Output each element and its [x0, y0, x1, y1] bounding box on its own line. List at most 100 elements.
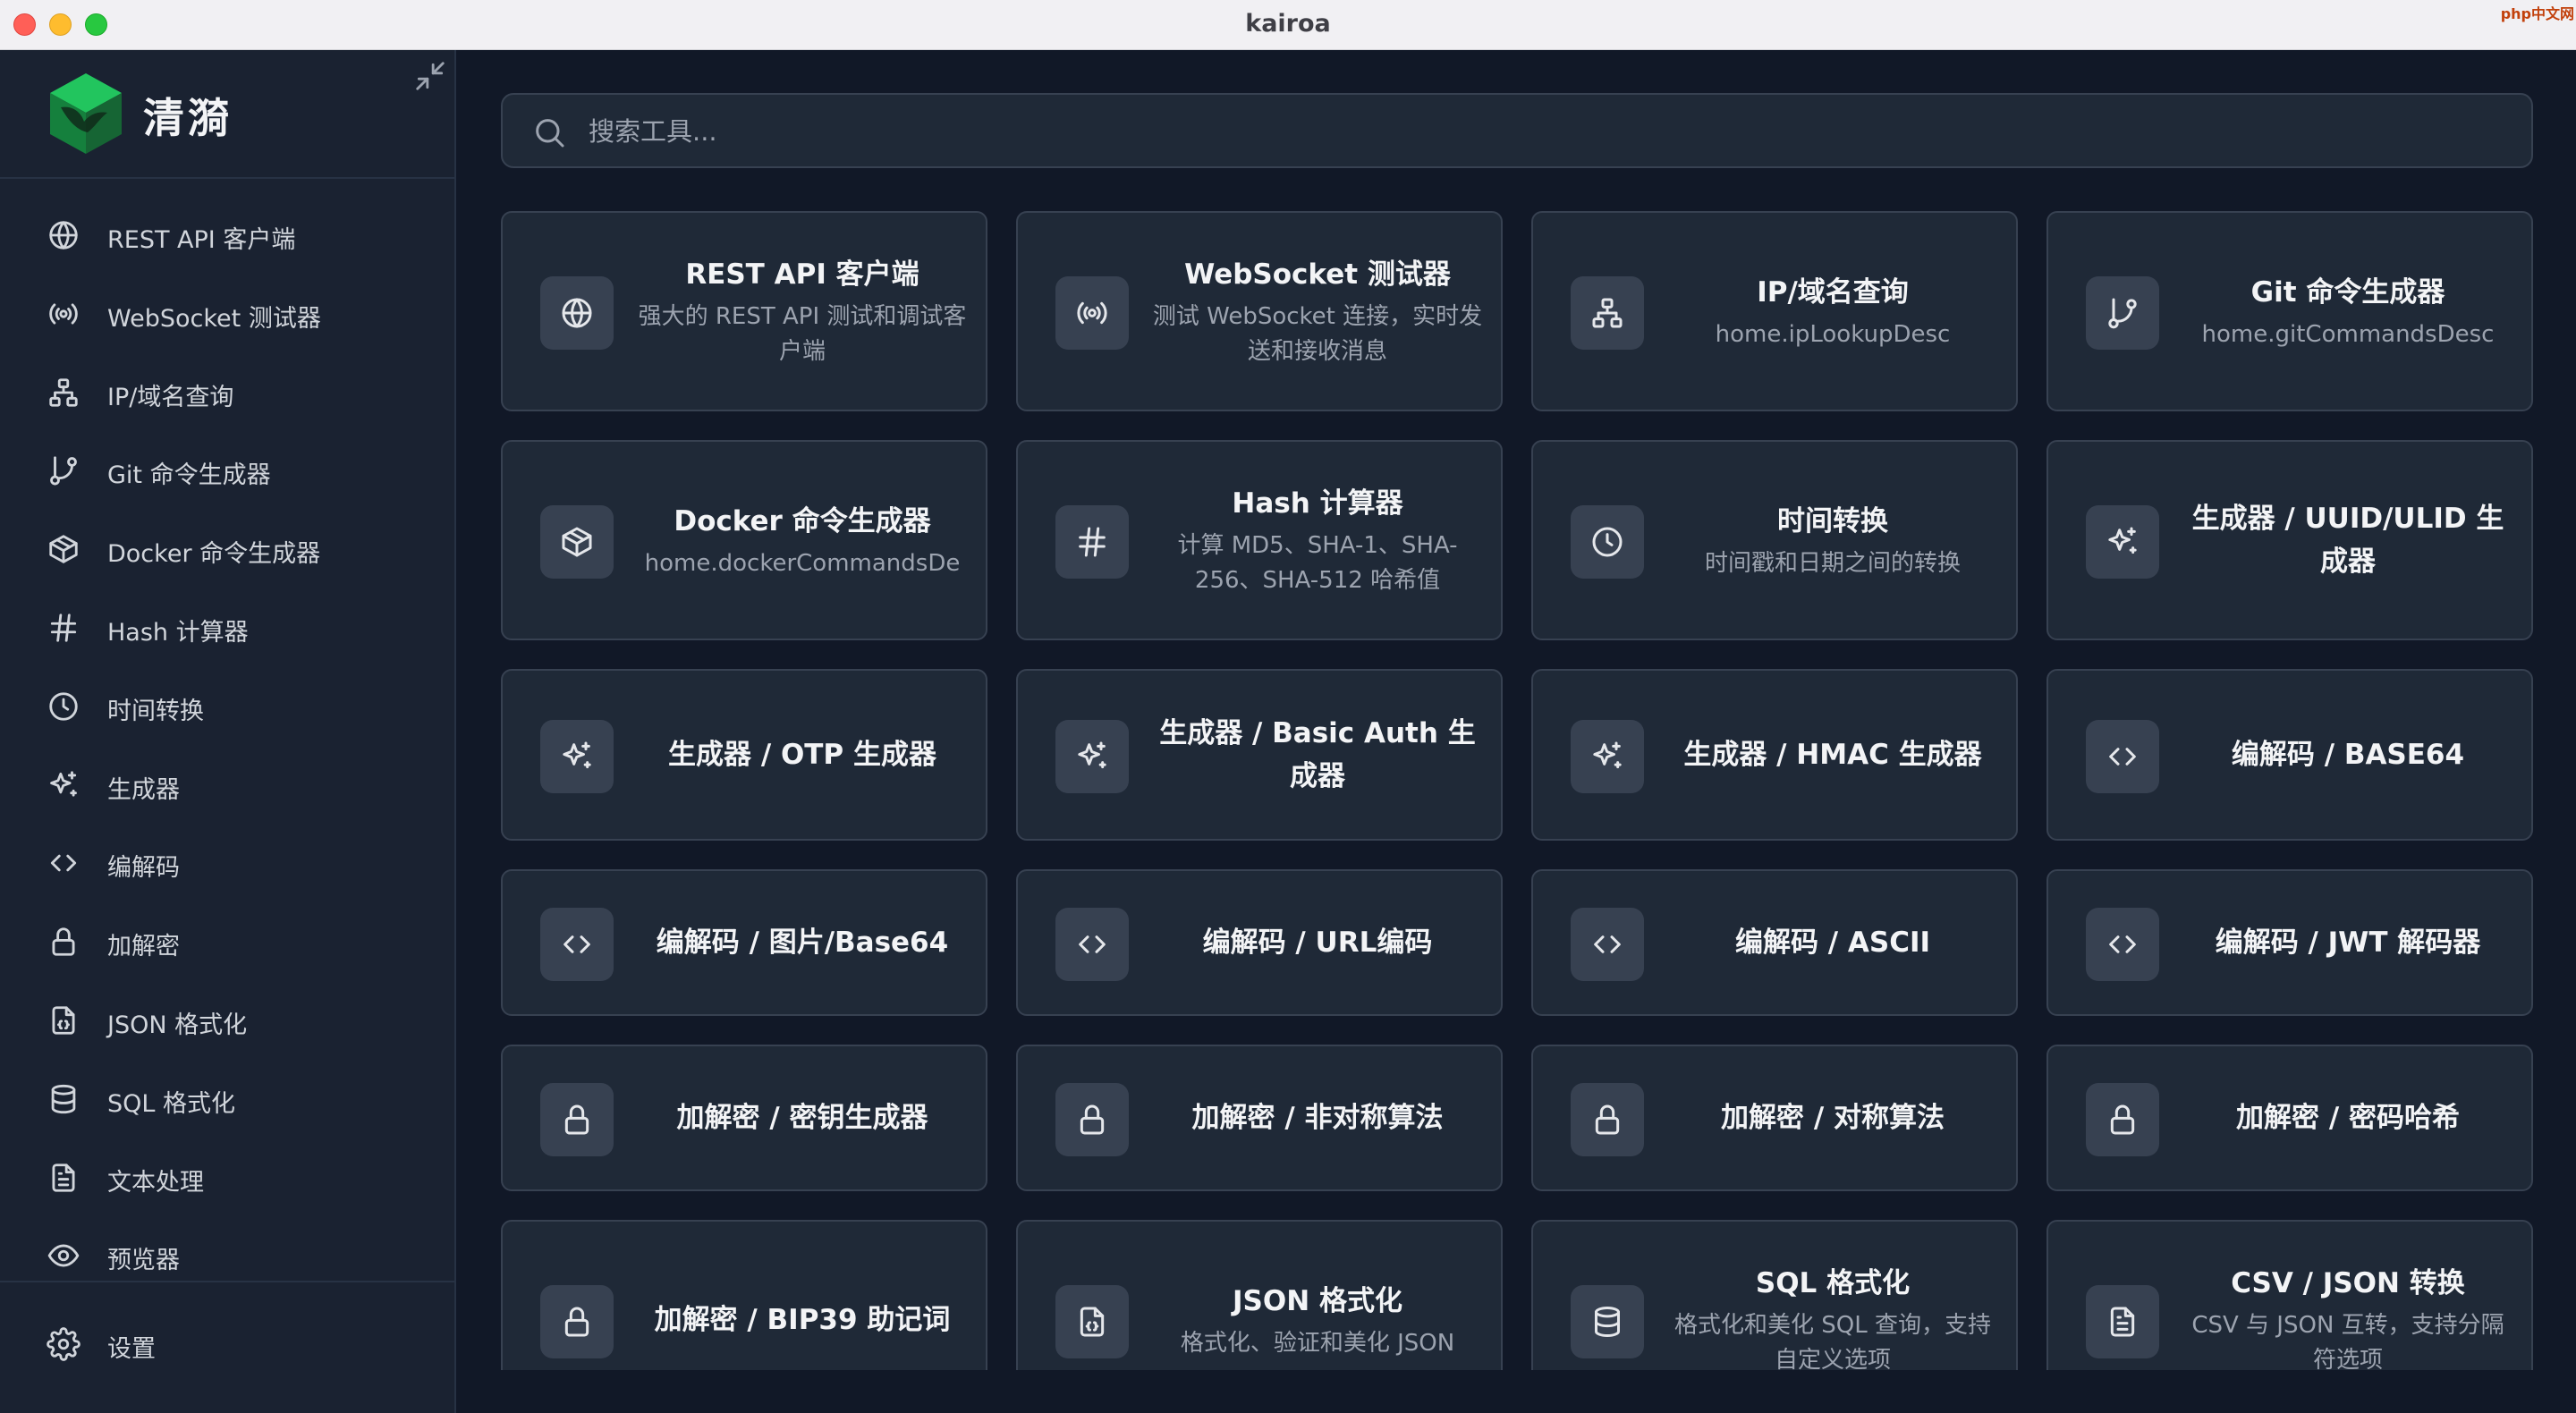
card-icon-box: [1571, 505, 1644, 579]
eye-icon: [47, 1244, 80, 1267]
main-content: REST API 客户端强大的 REST API 测试和调试客户端 WebSock…: [458, 50, 2576, 1413]
network-icon: [1592, 298, 1623, 328]
tool-card[interactable]: JSON 格式化 格式化、验证和美化 JSON: [1016, 1220, 1503, 1370]
tool-card[interactable]: Docker 命令生成器 home.dockerCommandsDe: [501, 440, 987, 640]
card-title: 时间转换: [1777, 505, 1888, 537]
card-title: IP/域名查询: [1757, 276, 1909, 309]
tool-card[interactable]: 生成器 / UUID/ULID 生成器: [2046, 440, 2533, 640]
tool-card[interactable]: 编解码 / 图片/Base64: [501, 869, 987, 1016]
tool-card[interactable]: 生成器 / OTP 生成器: [501, 669, 987, 841]
card-title: SQL 格式化: [1755, 1267, 1911, 1299]
tool-card[interactable]: 编解码 / ASCII: [1531, 869, 2018, 1016]
tool-card[interactable]: 加解密 / 密钥生成器: [501, 1045, 987, 1191]
gear-icon: [47, 1327, 80, 1361]
card-description: CSV 与 JSON 互转，支持分隔符选项: [2191, 1312, 2504, 1370]
tool-card[interactable]: 编解码 / JWT 解码器: [2046, 869, 2533, 1016]
card-text: Docker 命令生成器 home.dockerCommandsDe: [637, 500, 968, 581]
sidebar-item[interactable]: JSON 格式化: [21, 987, 435, 1052]
sidebar-item-settings[interactable]: 设置: [21, 1311, 435, 1375]
code-icon: [564, 935, 590, 953]
hash-icon: [50, 613, 77, 642]
tool-card[interactable]: 编解码 / BASE64: [2046, 669, 2533, 841]
card-title: 编解码 / ASCII: [1734, 926, 1931, 959]
card-icon-box: [1055, 720, 1129, 793]
card-text: 加解密 / 密码哈希: [2182, 1096, 2513, 1139]
code-icon: [50, 855, 77, 872]
sidebar-item-label: 设置: [107, 1335, 156, 1363]
card-title: 生成器 / UUID/ULID 生成器: [2191, 503, 2504, 578]
tool-card[interactable]: Git 命令生成器 home.gitCommandsDesc: [2046, 211, 2533, 411]
card-icon-box: [1571, 1285, 1644, 1358]
card-icon-box: [1571, 720, 1644, 793]
card-description: 格式化和美化 SQL 查询，支持自定义选项: [1674, 1312, 1991, 1370]
tool-card[interactable]: 生成器 / HMAC 生成器: [1531, 669, 2018, 841]
globe-icon: [562, 298, 592, 328]
sidebar-item[interactable]: 文本处理: [21, 1145, 435, 1209]
package-icon: [562, 527, 592, 557]
sidebar-item[interactable]: 编解码: [21, 830, 435, 894]
card-text: 编解码 / 图片/Base64: [637, 921, 968, 964]
sidebar-item[interactable]: REST API 客户端: [21, 202, 435, 267]
sparkles-icon: [2108, 527, 2137, 554]
watermark-badge: php中文网: [2500, 5, 2574, 22]
card-icon-box: [1055, 1083, 1129, 1156]
card-description: 计算 MD5、SHA-1、SHA-256、SHA-512 哈希值: [1177, 532, 1458, 594]
tool-card[interactable]: WebSocket 测试器 测试 WebSocket 连接，实时发送和接收消息: [1016, 211, 1503, 411]
tool-card[interactable]: 加解密 / 对称算法: [1531, 1045, 2018, 1191]
tool-card[interactable]: 加解密 / 密码哈希: [2046, 1045, 2533, 1191]
tool-card[interactable]: REST API 客户端 强大的 REST API 测试和调试客户端: [501, 211, 987, 411]
card-icon-box: [1571, 908, 1644, 981]
card-icon-box: [2086, 1083, 2159, 1156]
sidebar-item[interactable]: IP/域名查询: [21, 360, 435, 424]
package-icon: [49, 535, 78, 563]
sidebar-item[interactable]: Docker 命令生成器: [21, 516, 435, 580]
card-description: home.dockerCommandsDe: [644, 550, 961, 577]
lock-icon: [2110, 1104, 2135, 1135]
card-icon-box: [2086, 720, 2159, 793]
tool-card[interactable]: SQL 格式化格式化和美化 SQL 查询，支持自定义选项: [1531, 1220, 2018, 1370]
tool-card[interactable]: CSV / JSON 转换 CSV 与 JSON 互转，支持分隔符选项: [2046, 1220, 2533, 1370]
sidebar-item-label: Hash 计算器: [107, 619, 249, 647]
sidebar-item[interactable]: Git 命令生成器: [21, 437, 435, 502]
sidebar-item[interactable]: SQL 格式化: [21, 1066, 435, 1130]
sidebar-nav: REST API 客户端 WebSocket 测试器 IP/域名查询 Git 命令生成…: [0, 202, 454, 1284]
card-text: 加解密 / 密钥生成器: [637, 1096, 968, 1139]
sidebar-item[interactable]: Hash 计算器: [21, 595, 435, 659]
globe-icon: [49, 221, 78, 250]
card-icon-box: [1055, 1285, 1129, 1358]
card-text: IP/域名查询 home.ipLookupDesc: [1667, 271, 1998, 352]
sidebar-item[interactable]: 时间转换: [21, 673, 435, 738]
sidebar-item-label: Docker 命令生成器: [107, 540, 321, 569]
lock-icon: [564, 1104, 589, 1135]
card-title: 加解密 / 密码哈希: [2236, 1102, 2460, 1134]
sidebar-item[interactable]: WebSocket 测试器: [21, 281, 435, 345]
sidebar-item[interactable]: 预览器: [21, 1223, 435, 1284]
card-title: 生成器 / HMAC 生成器: [1683, 739, 1982, 771]
card-title: 加解密 / 非对称算法: [1191, 1102, 1444, 1134]
sidebar-item-label: 时间转换: [107, 697, 204, 725]
clock-icon: [49, 692, 78, 721]
tool-card[interactable]: 加解密 / BIP39 助记词: [501, 1220, 987, 1370]
card-icon-box: [2086, 1285, 2159, 1358]
tool-card[interactable]: 生成器 / Basic Auth 生成器: [1016, 669, 1503, 841]
sidebar-item[interactable]: 生成器: [21, 752, 435, 816]
sidebar-item-label: 编解码: [107, 854, 180, 883]
tool-card[interactable]: 编解码 / URL编码: [1016, 869, 1503, 1016]
tool-card[interactable]: 加解密 / 非对称算法: [1016, 1045, 1503, 1191]
tool-card[interactable]: Hash 计算器 计算 MD5、SHA-1、SHA-256、SHA-512 哈希值: [1016, 440, 1503, 640]
code-icon: [2109, 748, 2136, 766]
tool-card[interactable]: IP/域名查询 home.ipLookupDesc: [1531, 211, 2018, 411]
brand-header: 清漪: [0, 50, 454, 179]
card-icon-box: [540, 908, 614, 981]
sidebar-item[interactable]: 加解密: [21, 909, 435, 973]
card-title: 生成器 / OTP 生成器: [668, 739, 936, 771]
collapse-sidebar-icon[interactable]: [413, 59, 447, 93]
sidebar-item-label: 加解密: [107, 933, 180, 961]
sidebar-item-label: 文本处理: [107, 1168, 204, 1197]
card-text: 编解码 / JWT 解码器: [2182, 921, 2513, 964]
card-text: 编解码 / ASCII: [1667, 921, 1998, 964]
tool-card[interactable]: 时间转换 时间戳和日期之间的转换: [1531, 440, 2018, 640]
app-logo: [50, 73, 122, 154]
code-icon: [1079, 935, 1106, 953]
card-text: 生成器 / Basic Auth 生成器: [1152, 712, 1483, 798]
